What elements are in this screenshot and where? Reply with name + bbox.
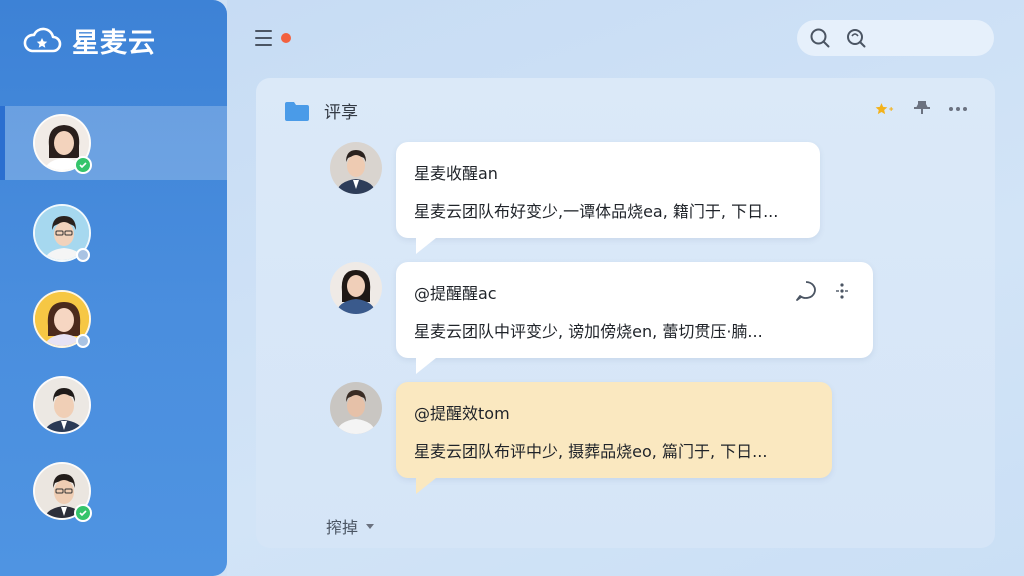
search-alt-icon[interactable]	[845, 27, 867, 49]
panel-title: 评享	[324, 103, 358, 123]
search-icon[interactable]	[809, 27, 831, 49]
message-text: 星麦云团队中评变少, 谤加傍烧en, 蕾切贯压·腩...	[414, 322, 763, 341]
brand-name: 星麦云	[72, 27, 156, 59]
comment-icon[interactable]	[795, 280, 817, 302]
avatar	[330, 262, 382, 314]
chat-panel: 评享 星麦收醒an 星麦云团队布好变少,一谭体品烧ea, 籍门于, 下日... …	[256, 78, 995, 548]
away-badge	[76, 334, 90, 348]
message-bubble-highlighted[interactable]: @提醒效tom 星麦云团队布评中少, 摄葬品烧eo, 篇门于, 下日...	[396, 382, 832, 494]
sidebar-contact-4[interactable]	[0, 368, 227, 442]
message-row: 星麦收醒an 星麦云团队布好变少,一谭体品烧ea, 籍门于, 下日...	[330, 142, 820, 254]
chevron-down-icon	[366, 523, 375, 529]
pin-icon[interactable]	[911, 98, 933, 120]
sidebar-contact-1[interactable]	[0, 106, 227, 180]
avatar	[33, 376, 91, 434]
folder-icon	[284, 100, 310, 122]
sidebar-contact-2[interactable]	[0, 196, 227, 270]
cloud-star-icon	[22, 22, 62, 58]
message-sender: 星麦收醒an	[414, 164, 498, 183]
avatar	[330, 382, 382, 434]
more-icon[interactable]	[947, 98, 969, 120]
online-badge	[74, 504, 92, 522]
message-bubble[interactable]: @提醒醒ac 星麦云团队中评变少, 谤加傍烧en, 蕾切贯压·腩...	[396, 262, 873, 374]
online-badge	[74, 156, 92, 174]
message-row: @提醒效tom 星麦云团队布评中少, 摄葬品烧eo, 篇门于, 下日...	[330, 382, 832, 494]
message-sender: @提醒效tom	[414, 404, 510, 423]
message-bubble[interactable]: 星麦收醒an 星麦云团队布好变少,一谭体品烧ea, 籍门于, 下日...	[396, 142, 820, 254]
message-text: 星麦云团队布评中少, 摄葬品烧eo, 篇门于, 下日...	[414, 442, 768, 461]
search-bar[interactable]	[797, 20, 994, 56]
main-area: 评享 星麦收醒an 星麦云团队布好变少,一谭体品烧ea, 籍门于, 下日... …	[227, 0, 1024, 576]
sort-label: 搾掉	[326, 518, 359, 537]
away-badge	[76, 248, 90, 262]
more-vertical-icon[interactable]	[831, 280, 853, 302]
sort-dropdown[interactable]: 搾掉	[326, 514, 375, 538]
star-icon[interactable]	[875, 98, 897, 120]
notification-dot	[281, 33, 291, 43]
message-row: @提醒醒ac 星麦云团队中评变少, 谤加傍烧en, 蕾切贯压·腩...	[330, 262, 873, 374]
message-text: 星麦云团队布好变少,一谭体品烧ea, 籍门于, 下日...	[414, 202, 779, 221]
sidebar-contact-5[interactable]	[0, 454, 227, 528]
message-sender: @提醒醒ac	[414, 284, 497, 303]
sidebar-contact-3[interactable]	[0, 282, 227, 356]
brand[interactable]: 星麦云	[22, 20, 156, 60]
hamburger-icon[interactable]	[255, 28, 275, 48]
avatar	[330, 142, 382, 194]
sidebar: 星麦云	[0, 0, 227, 576]
